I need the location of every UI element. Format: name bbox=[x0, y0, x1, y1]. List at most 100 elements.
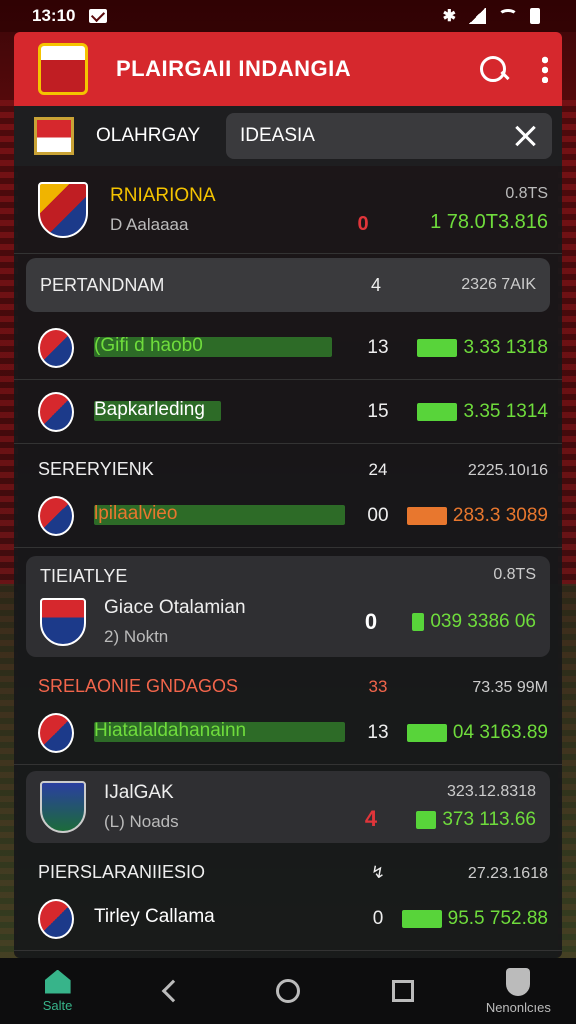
match-list: RNIARIONA D Aalaaaa 0 0.8TS 1 78.0T3.816… bbox=[14, 166, 562, 951]
team-crest-icon bbox=[38, 391, 74, 432]
nav-home-circle[interactable] bbox=[243, 979, 333, 1003]
card-odds-main: 373 113.66 bbox=[416, 809, 536, 831]
section-header-pertandingan[interactable]: PERTANDNAM 4 2326 7AIK bbox=[26, 258, 550, 312]
home-icon bbox=[44, 969, 71, 994]
featured-team-name: RNIARIONA bbox=[110, 184, 216, 206]
odds-button[interactable]: 95.5 752.88 bbox=[398, 908, 548, 930]
team-crest-icon bbox=[40, 598, 86, 646]
odds-button[interactable]: 283.3 3089 bbox=[398, 505, 548, 527]
odds-button[interactable]: 04 3163.89 bbox=[398, 722, 548, 744]
odds-button[interactable]: 3.35 1314 bbox=[398, 401, 548, 423]
section-meta: 2225.10ı16 bbox=[467, 462, 548, 479]
odds-value: 283.3 3089 bbox=[452, 504, 548, 526]
clear-search-icon[interactable] bbox=[512, 123, 538, 149]
featured-odds-main[interactable]: 1 78.0T3.816 bbox=[388, 211, 548, 234]
team-name-wrap: Hiatalaldahanainn bbox=[94, 720, 358, 746]
team-name: (Gifi d haob0 bbox=[94, 334, 203, 356]
app-window: PLAIRGAII INDANGIA OLAHRGAY RNIARIONA D … bbox=[14, 32, 562, 958]
match-card-tieiatlye[interactable]: TIEIATLYE 0.8TS Giace Otalamian 2) Noktn… bbox=[26, 556, 550, 657]
section1-rows: (Gifi d haob0 13 3.33 1318 Bapkarleding 15 3.… bbox=[14, 316, 562, 444]
card-odds[interactable]: 323.12.8318 373 113.66 bbox=[396, 783, 536, 831]
match-number: 00 bbox=[367, 504, 389, 526]
featured-score: 0 bbox=[357, 213, 369, 235]
team-crest-icon bbox=[40, 781, 86, 833]
section-count: 4 bbox=[370, 274, 381, 295]
battery-icon bbox=[530, 8, 540, 24]
match-row[interactable]: lpilaalvieo 00 283.3 3089 bbox=[14, 484, 562, 548]
card-odds-value: 039 3386 06 bbox=[430, 611, 536, 632]
circle-home-icon bbox=[275, 979, 300, 1003]
featured-match[interactable]: RNIARIONA D Aalaaaa 0 0.8TS 1 78.0T3.816 bbox=[14, 166, 562, 254]
card-score: 4 bbox=[364, 806, 378, 831]
search-icon[interactable] bbox=[478, 54, 508, 84]
app-bar-actions bbox=[478, 54, 548, 84]
section3-rows: Hiatalaldahanainn 13 04 3163.89 bbox=[14, 701, 562, 765]
app-bar: PLAIRGAII INDANGIA bbox=[14, 32, 562, 106]
section-meta: 73.35 99M bbox=[472, 679, 548, 696]
team-name-wrap: (Gifi d haob0 bbox=[94, 335, 358, 361]
featured-odds: 0.8TS 1 78.0T3.816 bbox=[388, 185, 548, 234]
more-options-icon[interactable] bbox=[542, 55, 548, 83]
card-team-info: IJalGAK (L) Noads bbox=[104, 782, 346, 832]
section-title: SERERYIENK bbox=[38, 459, 154, 479]
section-count: ↯ bbox=[370, 863, 386, 882]
odds-value: 95.5 752.88 bbox=[447, 907, 548, 929]
match-row[interactable]: Bapkarleding 15 3.35 1314 bbox=[14, 380, 562, 444]
card-score: 0 bbox=[364, 609, 378, 634]
card-team-name: Giace Otalamian bbox=[104, 597, 246, 618]
team-name: Hiatalaldahanainn bbox=[94, 719, 247, 741]
team-crest-icon bbox=[38, 898, 74, 939]
featured-odds-top: 0.8TS bbox=[505, 185, 548, 202]
odds-value: 3.35 1314 bbox=[463, 400, 548, 422]
team-name: Bapkarleding bbox=[94, 398, 205, 420]
match-number: 0 bbox=[372, 907, 384, 929]
match-number: 13 bbox=[367, 721, 389, 743]
indonesia-flag-icon[interactable] bbox=[34, 117, 74, 155]
section-header-srelaonie: SRELAONIE GNDAGOS 33 73.35 99M bbox=[14, 661, 562, 701]
match-number: 13 bbox=[367, 336, 389, 358]
card-team-info: Giace Otalamian 2) Noktn bbox=[104, 597, 346, 647]
signal-icon bbox=[468, 8, 486, 24]
odds-bar bbox=[406, 506, 447, 525]
card-team-sub: 2) Noktn bbox=[104, 627, 169, 646]
status-bar: 13:10 ✱ bbox=[0, 0, 576, 32]
status-time: 13:10 bbox=[32, 6, 76, 25]
nav-back[interactable] bbox=[128, 979, 218, 1003]
card-header: TIEIATLYE 0.8TS bbox=[40, 566, 536, 587]
nav-notifications[interactable]: Nenonlcıes bbox=[473, 967, 563, 1015]
category-label[interactable]: OLAHRGAY bbox=[96, 125, 206, 147]
app-logo-icon bbox=[38, 43, 88, 95]
wifi-icon bbox=[498, 9, 518, 23]
match-row[interactable]: Tirley Callama 0 95.5 752.88 bbox=[14, 887, 562, 951]
section-count: 24 bbox=[368, 460, 388, 479]
team-name: Tirley Callama bbox=[94, 905, 215, 927]
card-team-sub: (L) Noads bbox=[104, 812, 179, 831]
nav-home[interactable]: Salte bbox=[13, 969, 103, 1013]
match-row[interactable]: Hiatalaldahanainn 13 04 3163.89 bbox=[14, 701, 562, 765]
back-icon bbox=[161, 979, 185, 1003]
section-header-sereryienk: SERERYIENK 24 2225.10ı16 bbox=[14, 444, 562, 484]
section-header-pierslaranii: PIERSLARANIIESIO ↯ 27.23.1618 bbox=[14, 847, 562, 887]
card-body: IJalGAK (L) Noads 4 323.12.8318 373 113.… bbox=[40, 781, 536, 833]
nav-home-label: Salte bbox=[42, 997, 73, 1013]
card-odds-value: 373 113.66 bbox=[442, 809, 536, 830]
odds-button[interactable]: 3.33 1318 bbox=[398, 337, 548, 359]
match-row[interactable]: (Gifi d haob0 13 3.33 1318 bbox=[14, 316, 562, 380]
search-input[interactable] bbox=[240, 125, 512, 147]
search-field[interactable] bbox=[226, 113, 552, 159]
card-title: TIEIATLYE bbox=[40, 566, 128, 586]
odds-value: 3.33 1318 bbox=[463, 336, 548, 358]
filter-row: OLAHRGAY bbox=[14, 106, 562, 166]
team-name: lpilaalvieo bbox=[94, 502, 178, 524]
card-odds[interactable]: 039 3386 06 bbox=[396, 611, 536, 633]
match-card-ialgak[interactable]: IJalGAK (L) Noads 4 323.12.8318 373 113.… bbox=[26, 771, 550, 843]
team-name-wrap: lpilaalvieo bbox=[94, 503, 358, 529]
odds-bar bbox=[401, 909, 442, 928]
card-team-name: IJalGAK bbox=[104, 782, 174, 803]
nav-recents[interactable] bbox=[358, 980, 448, 1002]
section2-rows: lpilaalvieo 00 283.3 3089 bbox=[14, 484, 562, 548]
featured-team-info: RNIARIONA D Aalaaaa bbox=[110, 185, 338, 235]
recents-icon bbox=[392, 980, 415, 1002]
featured-team-sub: D Aalaaaa bbox=[110, 214, 189, 234]
shield-icon bbox=[506, 967, 531, 996]
